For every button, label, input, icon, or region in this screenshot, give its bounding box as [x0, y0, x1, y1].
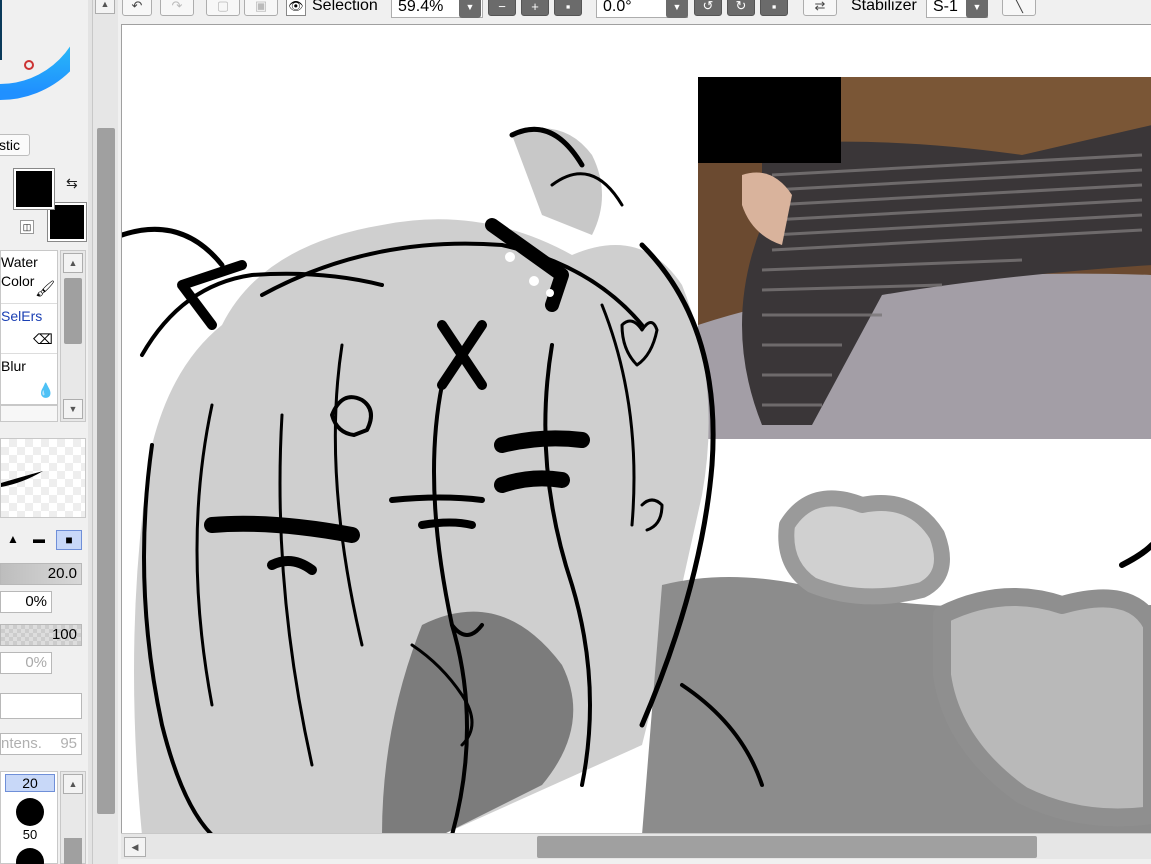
rotation-reset-button[interactable]: ▪ — [760, 0, 788, 16]
redaction-box — [698, 77, 841, 163]
density-value: 100 — [51, 626, 77, 643]
tool-label: Blur — [1, 358, 26, 374]
brush-shape-row: ▲ ▬ ■ — [0, 528, 86, 552]
invert-selection-icon: ▣ — [254, 0, 268, 13]
zoom-in-button[interactable]: + — [521, 0, 549, 16]
color-wheel[interactable] — [0, 0, 70, 110]
scroll-up-icon[interactable]: ▲ — [63, 253, 83, 273]
pen-icon: ╲ — [1015, 0, 1023, 13]
blend-mode-select[interactable] — [0, 693, 82, 719]
reset-icon: ▪ — [565, 0, 571, 14]
size-preset-label: 50 — [22, 827, 38, 842]
chevron-down-icon: ▼ — [672, 2, 682, 12]
mode-button-label: stic — [0, 137, 20, 153]
flip-icon: ⇄ — [814, 0, 826, 13]
tool-list-scrollbar[interactable]: ▲ ▼ — [60, 250, 86, 422]
show-selection-toggle[interactable]: 👁 — [286, 0, 306, 16]
redo-button[interactable]: ↷ — [160, 0, 194, 16]
rotation-value: 0.0° — [603, 0, 632, 15]
canvas-horizontal-scroll-thumb[interactable] — [537, 836, 1037, 858]
minus-icon: − — [498, 0, 506, 14]
invert-selection-button[interactable]: ▣ — [244, 0, 278, 16]
scroll-left-icon[interactable]: ◀ — [124, 837, 146, 857]
stabilizer-dropdown-button[interactable]: ▼ — [966, 0, 988, 18]
reference-photo — [698, 77, 1151, 439]
redo-icon: ↷ — [171, 0, 183, 13]
stabilizer-label: Stabilizer — [851, 0, 917, 14]
scroll-up-icon[interactable]: ▲ — [95, 0, 115, 14]
min-size-value: 0% — [25, 593, 47, 610]
left-panel-scroll-thumb[interactable] — [97, 128, 115, 814]
brush-stroke-preview — [1, 471, 43, 487]
flip-horizontal-button[interactable]: ⇄ — [803, 0, 837, 16]
size-preset-selected[interactable]: 20 — [5, 774, 55, 792]
tool-item-blur[interactable]: Blur 💧 — [1, 353, 57, 403]
tool-item-watercolor[interactable]: Water Color 🖌 — [1, 253, 57, 301]
scroll-up-icon[interactable]: ▲ — [63, 774, 83, 794]
brush-icon: 🖌 — [35, 281, 56, 298]
deselect-button[interactable]: ▢ — [206, 0, 240, 16]
rotate-right-button[interactable]: ↻ — [727, 0, 755, 16]
eraser-icon: ⌫ — [33, 331, 53, 347]
tool-panel: stic ⇆ ◫ Water Color 🖌 SelErs ⌫ Blur 💧 ▲… — [0, 0, 88, 864]
rotation-dropdown-button[interactable]: ▼ — [666, 0, 688, 18]
transparent-color-icon[interactable]: ◫ — [20, 220, 34, 234]
brush-shape-soft-icon[interactable]: ▲ — [4, 532, 22, 548]
density-slider[interactable]: 100 — [0, 624, 82, 646]
top-toolbar: ↶ ↷ ▢ ▣ 👁 Selection 59.4% ▼ − + ▪ 0.0° ▼… — [118, 0, 1151, 24]
chevron-down-icon: ▼ — [465, 2, 475, 12]
zoom-value: 59.4% — [398, 0, 444, 15]
tool-list-footer — [0, 405, 58, 422]
pen-pressure-button[interactable]: ╲ — [1002, 0, 1036, 16]
size-preset-list: 20 50 — [0, 771, 58, 864]
selection-label: Selection — [312, 0, 378, 14]
brush-size-slider[interactable]: 20.0 — [0, 563, 82, 585]
stabilizer-value: S-1 — [933, 0, 958, 15]
size-preset-scrollbar[interactable]: ▲ — [60, 771, 86, 864]
tool-item-selers[interactable]: SelErs ⌫ — [1, 303, 57, 351]
tool-list: Water Color 🖌 SelErs ⌫ Blur 💧 — [0, 250, 58, 405]
rotate-left-icon: ↺ — [702, 0, 714, 13]
brush-shape-hard-icon[interactable]: ■ — [56, 530, 82, 550]
drawing-canvas[interactable] — [121, 24, 1151, 834]
canvas-horizontal-scrollbar[interactable]: ◀ — [121, 833, 1151, 859]
size-preset-dot-icon[interactable] — [16, 798, 44, 826]
mode-button[interactable]: stic — [0, 134, 30, 156]
canvas-artwork — [122, 77, 1151, 834]
min-density-field[interactable]: 0% — [0, 652, 52, 674]
rotate-right-icon: ↻ — [735, 0, 747, 13]
reset-icon: ▪ — [771, 0, 777, 14]
min-size-field[interactable]: 0% — [0, 591, 52, 613]
intensity-value: 95 — [60, 735, 77, 752]
undo-button[interactable]: ↶ — [122, 0, 152, 16]
zoom-reset-button[interactable]: ▪ — [554, 0, 582, 16]
intensity-label: ntens. — [1, 735, 42, 752]
swap-colors-icon[interactable]: ⇆ — [66, 175, 78, 192]
tool-label: SelErs — [1, 308, 43, 324]
plus-icon: + — [531, 0, 539, 14]
brush-preview — [0, 438, 86, 518]
chevron-down-icon: ▼ — [972, 2, 982, 12]
tool-label: Water — [1, 254, 38, 270]
hue-picker-icon[interactable] — [24, 60, 34, 70]
tool-list-scroll-thumb[interactable] — [64, 278, 82, 344]
min-density-value: 0% — [25, 654, 47, 671]
rotate-left-button[interactable]: ↺ — [694, 0, 722, 16]
eye-icon: 👁 — [288, 0, 304, 13]
left-panel-scrollbar[interactable]: ▲ — [92, 0, 118, 864]
deselect-icon: ▢ — [216, 0, 230, 13]
size-preset-dot-icon[interactable] — [16, 848, 44, 864]
scroll-down-icon[interactable]: ▼ — [63, 399, 83, 419]
intensity-slider[interactable]: ntens. 95 — [0, 733, 82, 755]
foreground-color-swatch[interactable] — [13, 168, 55, 210]
size-preset-scroll-thumb[interactable] — [64, 838, 82, 864]
undo-icon: ↶ — [131, 0, 143, 13]
brush-size-value: 20.0 — [47, 565, 77, 582]
zoom-out-button[interactable]: − — [488, 0, 516, 16]
size-preset-label: 20 — [22, 775, 38, 791]
drop-icon: 💧 — [37, 382, 55, 398]
zoom-dropdown-button[interactable]: ▼ — [459, 0, 481, 18]
brush-shape-medium-icon[interactable]: ▬ — [30, 532, 48, 548]
